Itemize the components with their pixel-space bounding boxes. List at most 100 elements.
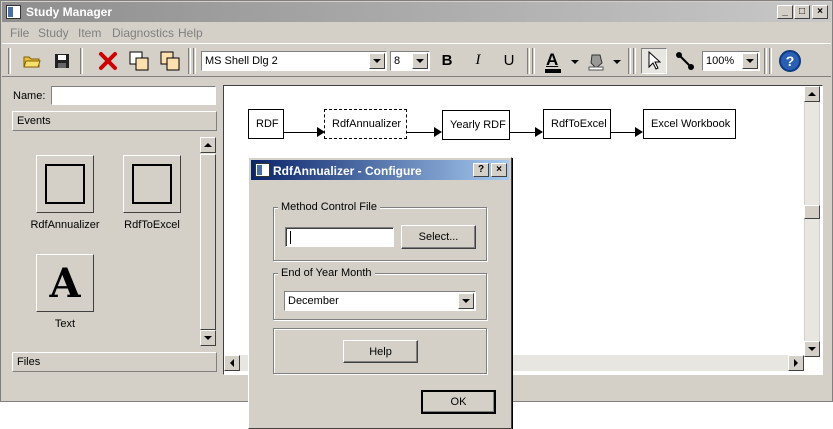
rdfannualizer-tool[interactable] [36, 155, 94, 213]
menu-study[interactable]: Study [38, 26, 69, 40]
method-control-input[interactable] [285, 227, 394, 247]
menu-item[interactable]: Item [78, 26, 101, 40]
toolbar-grip [532, 48, 535, 74]
font-size-value: 8 [394, 55, 401, 67]
bold-button[interactable]: B [437, 52, 457, 69]
scroll-thumb[interactable] [200, 154, 216, 330]
copy-icon[interactable] [126, 48, 152, 74]
toolbar-separator [764, 48, 767, 74]
end-of-year-label: End of Year Month [278, 267, 375, 279]
dialog-close-button[interactable]: × [491, 163, 507, 177]
chevron-down-icon[interactable] [742, 53, 758, 69]
menu-diagnostics[interactable]: Diagnostics [112, 26, 174, 40]
font-size-select[interactable]: 8 [390, 51, 430, 71]
tool-label: Text [54, 318, 76, 330]
save-icon[interactable] [49, 48, 75, 74]
rdftoexcel-tool[interactable] [123, 155, 181, 213]
scroll-right-icon[interactable] [788, 355, 804, 371]
font-name-select[interactable]: MS Shell Dlg 2 [201, 51, 387, 71]
method-control-label: Method Control File [278, 201, 380, 213]
node-rdfannualizer[interactable]: RdfAnnualizer [324, 109, 407, 139]
ok-button[interactable]: OK [421, 390, 496, 414]
chevron-down-icon[interactable] [412, 53, 428, 69]
toolbar-separator [527, 48, 530, 74]
toolbar-separator [188, 48, 191, 74]
tool-label: RdfToExcel [124, 219, 180, 231]
menu-file[interactable]: File [10, 26, 29, 40]
app-icon [6, 5, 21, 19]
scroll-down-icon[interactable] [200, 330, 216, 346]
arrow-head-icon [635, 127, 643, 137]
italic-button[interactable]: I [468, 52, 488, 69]
node-excel-workbook[interactable]: Excel Workbook [643, 109, 736, 139]
maximize-button[interactable]: □ [794, 5, 810, 19]
month-value: December [288, 295, 339, 307]
app-icon [255, 163, 270, 177]
toolbar-grip [8, 48, 11, 74]
connector-line [407, 132, 434, 133]
font-color-icon: A [546, 50, 559, 69]
name-input[interactable] [51, 86, 216, 105]
paste-icon[interactable] [157, 48, 183, 74]
rdfannualizer-tool-icon [45, 164, 85, 204]
title-bar[interactable]: Study Manager _ □ × [2, 2, 831, 22]
scroll-down-icon[interactable] [804, 341, 820, 357]
arrow-head-icon [535, 127, 543, 137]
delete-icon[interactable] [95, 48, 121, 74]
underline-button[interactable]: U [499, 52, 519, 69]
connector-line [611, 132, 635, 133]
window-title: Study Manager [26, 5, 113, 19]
month-select[interactable]: December [284, 291, 476, 311]
scroll-thumb[interactable] [804, 205, 820, 219]
tool-palette: RdfAnnualizer RdfToExcel A Text [12, 133, 217, 348]
chevron-down-icon[interactable] [610, 55, 622, 67]
zoom-select[interactable]: 100% [702, 51, 760, 71]
node-yearly-rdf[interactable]: Yearly RDF [442, 110, 510, 140]
tool-label: RdfAnnualizer [30, 219, 100, 231]
font-name-value: MS Shell Dlg 2 [205, 55, 278, 67]
minimize-button[interactable]: _ [777, 5, 793, 19]
scroll-up-icon[interactable] [200, 137, 216, 153]
configure-dialog: RdfAnnualizer - Configure ? × Method Con… [248, 157, 512, 429]
context-help-button[interactable]: ? [473, 163, 489, 177]
toolbar-grip [633, 48, 636, 74]
connector-tool-icon[interactable] [672, 48, 698, 74]
chevron-down-icon[interactable] [568, 55, 580, 67]
text-caret [290, 231, 291, 244]
arrow-head-icon [434, 127, 442, 137]
help-button[interactable]: Help [343, 340, 418, 363]
connector-line [284, 132, 317, 133]
font-color-swatch [545, 69, 561, 73]
toolbar-separator [628, 48, 631, 74]
node-rdftoexcel[interactable]: RdfToExcel [543, 109, 611, 139]
toolbar: MS Shell Dlg 2 8 B I U A 100% ? [2, 43, 831, 77]
events-header[interactable]: Events [12, 111, 217, 131]
select-file-button[interactable]: Select... [401, 225, 476, 249]
canvas-vscrollbar[interactable] [804, 86, 820, 357]
connector-line [510, 132, 535, 133]
toolbar-grip [769, 48, 772, 74]
toolbar-separator [80, 48, 83, 74]
open-folder-icon[interactable] [19, 48, 45, 74]
close-button[interactable]: × [812, 5, 828, 19]
menu-help[interactable]: Help [178, 26, 203, 40]
text-tool[interactable]: A [36, 254, 94, 312]
text-tool-icon: A [49, 259, 81, 307]
toolbar-grip [193, 48, 196, 74]
help-icon[interactable]: ? [779, 50, 801, 72]
menu-bar: File Study Item Diagnostics Help [2, 23, 831, 43]
fill-color-icon[interactable] [584, 48, 610, 74]
palette-scrollbar[interactable] [200, 137, 216, 347]
scroll-left-icon[interactable] [224, 355, 240, 371]
name-label: Name: [13, 90, 46, 102]
dialog-title: RdfAnnualizer - Configure [273, 164, 422, 178]
chevron-down-icon[interactable] [369, 53, 385, 69]
pointer-tool-icon[interactable] [641, 48, 667, 74]
dialog-title-bar[interactable]: RdfAnnualizer - Configure ? × [251, 160, 509, 180]
font-color-button[interactable]: A [542, 50, 566, 74]
files-header[interactable]: Files [12, 352, 217, 372]
chevron-down-icon[interactable] [458, 293, 474, 309]
scroll-up-icon[interactable] [804, 86, 820, 102]
zoom-value: 100% [706, 55, 735, 67]
node-rdf[interactable]: RDF [248, 109, 284, 139]
